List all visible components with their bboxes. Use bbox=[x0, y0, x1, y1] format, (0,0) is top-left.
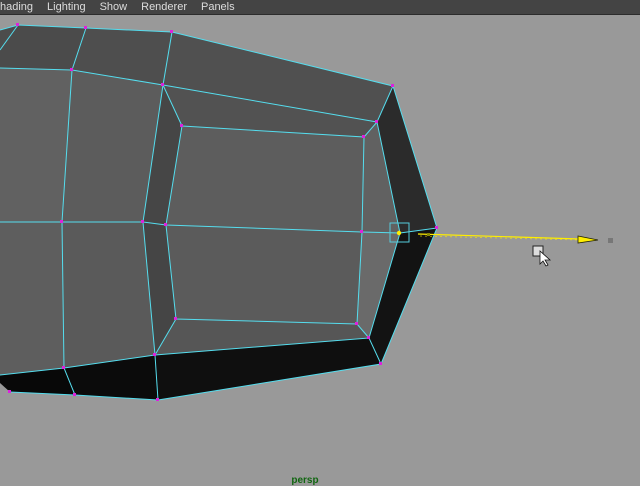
manipulator-arrow-icon[interactable] bbox=[577, 235, 599, 244]
mesh-face[interactable] bbox=[0, 222, 64, 375]
mesh-face[interactable] bbox=[62, 222, 155, 368]
move-manipulator-handle[interactable] bbox=[417, 233, 613, 244]
mesh-face[interactable] bbox=[0, 68, 72, 222]
mesh-face[interactable] bbox=[166, 126, 364, 232]
polygon-mesh[interactable] bbox=[0, 23, 438, 401]
perspective-viewport[interactable]: persp bbox=[0, 15, 640, 486]
arrow-cursor-icon bbox=[532, 245, 552, 267]
camera-name-label: persp bbox=[291, 475, 319, 486]
scene-canvas[interactable] bbox=[0, 0, 640, 480]
mesh-face[interactable] bbox=[166, 225, 362, 324]
